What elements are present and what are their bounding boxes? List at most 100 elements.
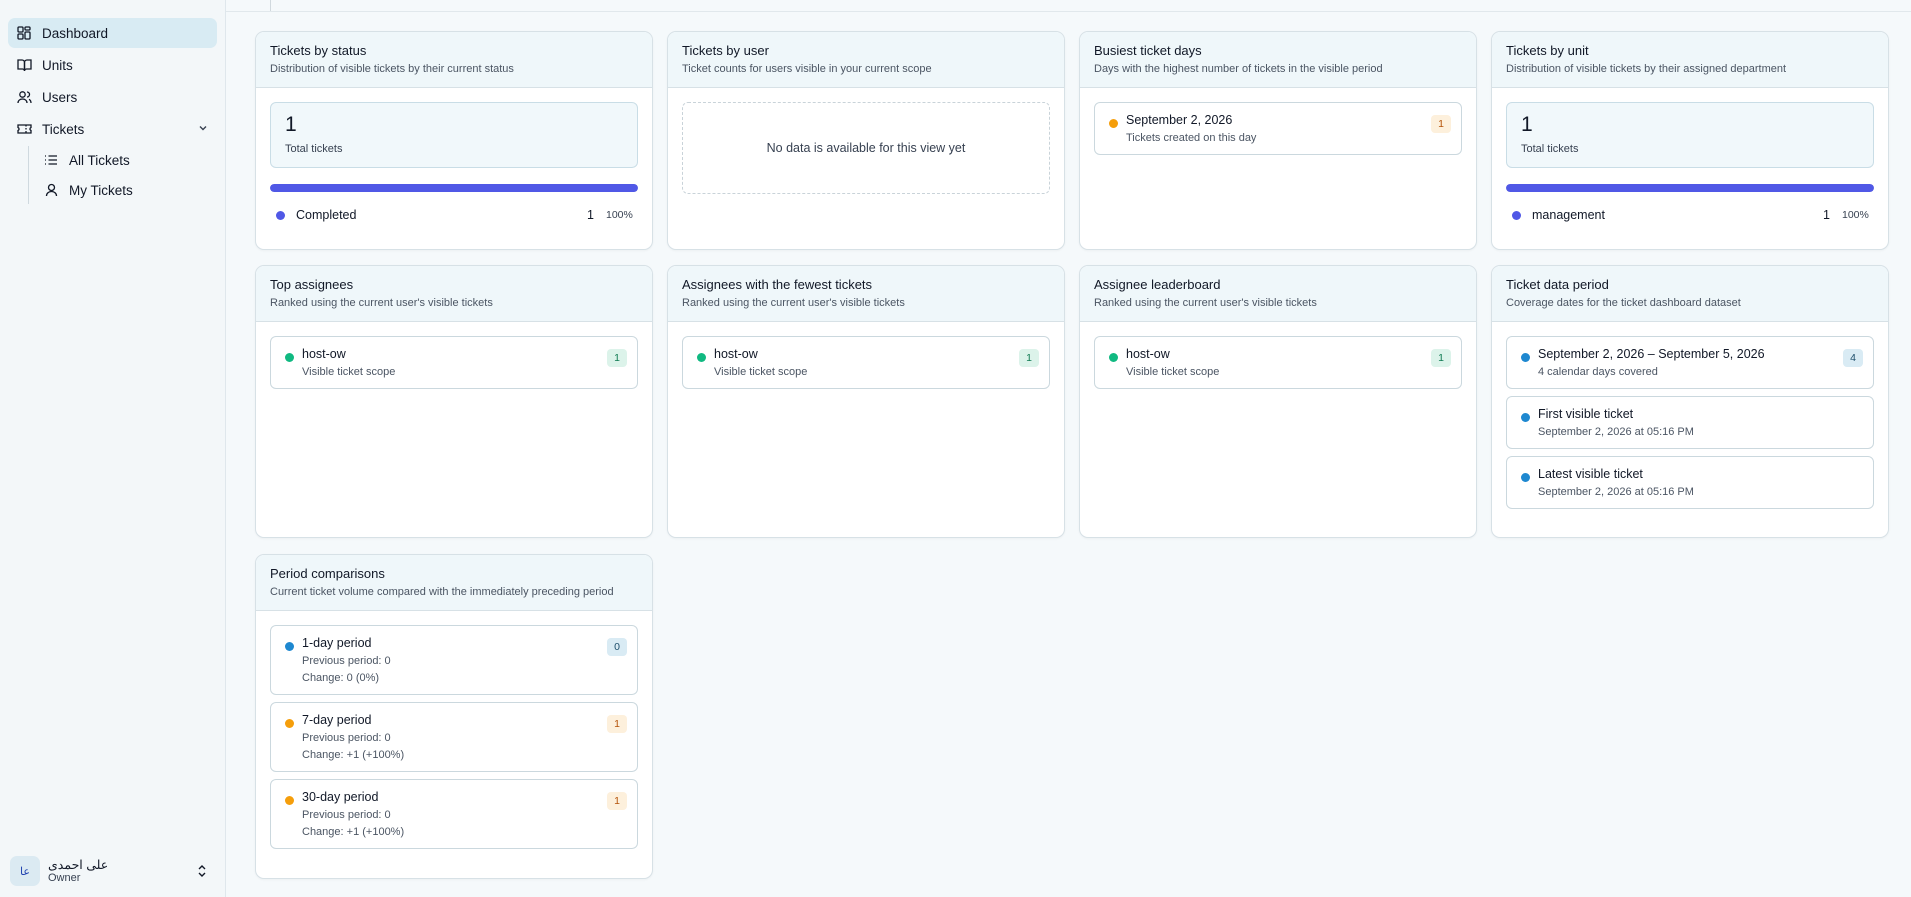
card-assignee-leaderboard: Assignee leaderboard Ranked using the cu…	[1079, 265, 1477, 538]
card-subtitle: Current ticket volume compared with the …	[270, 586, 614, 598]
sidebar-nav: Dashboard Units Users Tickets All Ticket…	[0, 0, 225, 204]
item-change: Change: +1 (+100%)	[302, 826, 405, 838]
card-period-comparisons: Period comparisons Current ticket volume…	[255, 554, 653, 879]
sidebar-item-tickets[interactable]: Tickets	[8, 114, 217, 144]
user-menu[interactable]: عا علی احمدی Owner	[10, 853, 216, 889]
item-title: 1-day period	[302, 636, 372, 650]
item-previous: Previous period: 0	[302, 809, 391, 821]
card-ticket-data-period: Ticket data period Coverage dates for th…	[1491, 265, 1889, 538]
card-title: Period comparisons	[270, 566, 385, 581]
count-badge: 1	[607, 349, 627, 367]
item-title: host-ow	[302, 347, 346, 361]
list-item: September 2, 2026 Tickets created on thi…	[1094, 102, 1462, 155]
count-badge: 1	[1019, 349, 1039, 367]
card-subtitle: Ranked using the current user's visible …	[270, 297, 493, 309]
chevrons-up-down-icon	[196, 863, 208, 884]
sidebar-item-label: Users	[42, 89, 78, 105]
count-badge: 4	[1843, 349, 1863, 367]
sidebar-item-my-tickets[interactable]: My Tickets	[35, 176, 217, 204]
legend-name: management	[1532, 208, 1605, 222]
card-header: Busiest ticket days Days with the highes…	[1080, 32, 1476, 88]
item-subtitle: Tickets created on this day	[1126, 132, 1257, 144]
total-label: Total tickets	[285, 143, 343, 155]
list-item: 1-day period Previous period: 0 Change: …	[270, 625, 638, 695]
list-item: September 2, 2026 – September 5, 2026 4 …	[1506, 336, 1874, 389]
list-icon	[43, 152, 59, 168]
tickets-submenu: All Tickets My Tickets	[28, 146, 217, 204]
card-header: Assignee leaderboard Ranked using the cu…	[1080, 266, 1476, 322]
legend-row: Completed 1 100%	[270, 208, 638, 222]
sidebar-item-label: Dashboard	[42, 25, 109, 41]
card-title: Tickets by user	[682, 43, 769, 58]
sidebar-item-label: Tickets	[42, 121, 85, 137]
card-subtitle: Distribution of visible tickets by their…	[270, 63, 514, 75]
total-label: Total tickets	[1521, 143, 1579, 155]
status-dot	[276, 210, 285, 220]
card-subtitle: Coverage dates for the ticket dashboard …	[1506, 297, 1741, 309]
card-title: Assignees with the fewest tickets	[682, 277, 873, 292]
card-subtitle: Ranked using the current user's visible …	[682, 297, 905, 309]
list-item: 7-day period Previous period: 0 Change: …	[270, 702, 638, 772]
total-count: 1	[285, 113, 297, 136]
users-icon	[16, 89, 32, 105]
card-header: Tickets by unit Distribution of visible …	[1492, 32, 1888, 88]
sidebar-item-all-tickets[interactable]: All Tickets	[35, 146, 217, 174]
item-title: 7-day period	[302, 713, 372, 727]
card-subtitle: Ranked using the current user's visible …	[1094, 297, 1317, 309]
sidebar-item-users[interactable]: Users	[8, 82, 217, 112]
list-item: host-ow Visible ticket scope 1	[270, 336, 638, 389]
card-header: Ticket data period Coverage dates for th…	[1492, 266, 1888, 322]
list-item: 30-day period Previous period: 0 Change:…	[270, 779, 638, 849]
sidebar-item-label: My Tickets	[69, 182, 133, 198]
item-subtitle: 4 calendar days covered	[1538, 366, 1658, 378]
card-header: Assignees with the fewest tickets Ranked…	[668, 266, 1064, 322]
total-count: 1	[1521, 113, 1533, 136]
avatar: عا	[10, 856, 40, 886]
legend-row: management 1 100%	[1506, 208, 1874, 222]
status-dot	[285, 796, 294, 805]
count-badge: 1	[1431, 349, 1451, 367]
item-title: 30-day period	[302, 790, 379, 804]
item-title: September 2, 2026 – September 5, 2026	[1538, 347, 1765, 361]
sidebar-item-units[interactable]: Units	[8, 50, 217, 80]
sidebar-item-dashboard[interactable]: Dashboard	[8, 18, 217, 48]
card-header: Tickets by status Distribution of visibl…	[256, 32, 652, 88]
ticket-icon	[16, 121, 32, 137]
card-tickets-by-status: Tickets by status Distribution of visibl…	[255, 31, 653, 250]
user-role: Owner	[48, 871, 81, 884]
list-item: host-ow Visible ticket scope 1	[682, 336, 1050, 389]
item-title: September 2, 2026	[1126, 113, 1233, 127]
card-title: Busiest ticket days	[1094, 43, 1202, 58]
item-subtitle: September 2, 2026 at 05:16 PM	[1538, 486, 1694, 498]
item-title: host-ow	[714, 347, 758, 361]
card-subtitle: Distribution of visible tickets by their…	[1506, 63, 1787, 75]
item-title: host-ow	[1126, 347, 1170, 361]
count-badge: 1	[607, 715, 627, 733]
count-badge: 1	[1431, 115, 1451, 133]
item-previous: Previous period: 0	[302, 732, 391, 744]
legend-count: 1	[587, 208, 594, 222]
item-subtitle: Visible ticket scope	[302, 366, 396, 378]
card-header: Tickets by user Ticket counts for users …	[668, 32, 1064, 88]
card-title: Tickets by status	[270, 43, 367, 58]
legend-name: Completed	[296, 208, 357, 222]
total-box: 1 Total tickets	[270, 102, 638, 168]
sidebar-item-label: Units	[42, 57, 73, 73]
card-title: Top assignees	[270, 277, 354, 292]
user-icon	[43, 182, 59, 198]
card-subtitle: Ticket counts for users visible in your …	[682, 63, 932, 75]
unit-dot	[1512, 210, 1521, 220]
status-dot	[1109, 119, 1118, 128]
item-change: Change: 0 (0%)	[302, 672, 380, 684]
progress-bar	[1506, 184, 1874, 192]
count-badge: 1	[607, 792, 627, 810]
status-dot	[1521, 413, 1530, 422]
progress-bar-fill	[270, 184, 638, 192]
user-name: علی احمدی	[48, 857, 109, 872]
legend-count: 1	[1823, 208, 1830, 222]
item-subtitle: Visible ticket scope	[1126, 366, 1220, 378]
card-tickets-by-unit: Tickets by unit Distribution of visible …	[1491, 31, 1889, 250]
legend-percent: 100%	[1842, 209, 1869, 221]
item-previous: Previous period: 0	[302, 655, 391, 667]
status-dot	[285, 642, 294, 651]
